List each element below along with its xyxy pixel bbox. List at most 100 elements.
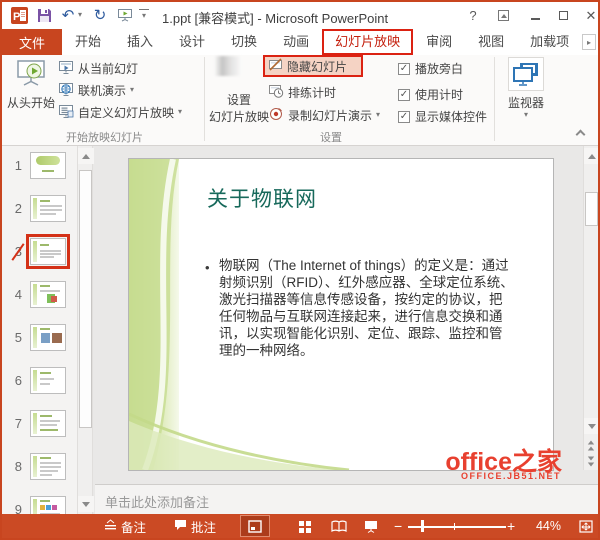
rehearse-timings-button[interactable]: 排练计时 <box>268 83 336 101</box>
previous-slide-button[interactable] <box>585 438 597 452</box>
slideshow-qat-icon[interactable] <box>116 6 134 24</box>
tab-insert[interactable]: 插入 <box>114 29 166 55</box>
tab-review[interactable]: 审阅 <box>413 29 465 55</box>
rehearse-timings-label: 排练计时 <box>288 85 337 100</box>
tab-addins[interactable]: 加载项 <box>517 29 582 55</box>
watermark-url: OFFICE.JB51.NET <box>460 471 561 481</box>
slide-scrollbar[interactable] <box>583 146 598 470</box>
normal-view-button[interactable] <box>240 515 270 537</box>
reading-view-button[interactable] <box>324 515 354 537</box>
tab-slideshow-active[interactable]: 幻灯片放映 <box>322 29 414 55</box>
slide-number: 8 <box>14 459 22 474</box>
save-icon[interactable] <box>36 6 52 24</box>
record-slideshow-button[interactable]: 录制幻灯片演示 ▾ <box>268 106 380 124</box>
custom-slideshow-button[interactable]: 自定义幻灯片放映 ▾ <box>58 103 182 121</box>
thumbnail-slide-8[interactable]: 8 <box>2 453 77 481</box>
tab-transitions[interactable]: 切换 <box>218 29 270 55</box>
undo-dropdown-caret-icon[interactable]: ▾ <box>76 6 84 24</box>
tab-overflow-button[interactable]: ▸ <box>582 34 596 50</box>
comments-toggle-button[interactable]: 批注 <box>174 514 216 538</box>
collapse-ribbon-icon[interactable] <box>575 129 586 140</box>
tab-design[interactable]: 设计 <box>166 29 218 55</box>
notes-toggle-button[interactable]: 备注 <box>104 514 146 538</box>
zoom-slider-thumb[interactable] <box>421 520 424 532</box>
qat-customize-button[interactable]: ▾ <box>139 9 149 21</box>
thumbnail-slide-4[interactable]: 4 <box>2 281 77 309</box>
svg-text:P: P <box>13 11 20 23</box>
thumbnail-slide-7[interactable]: 7 <box>2 410 77 438</box>
slide-body-text[interactable]: 物联网（The Internet of things）的定义是：通过 射频识别（… <box>219 257 514 359</box>
notes-toggle-label: 备注 <box>121 520 147 535</box>
next-slide-button[interactable] <box>585 454 597 468</box>
window-title: 1.ppt [兼容模式] - Microsoft PowerPoint <box>162 11 389 26</box>
monitors-icon <box>508 57 544 91</box>
setup-slideshow-button[interactable]: 设置 幻灯片放映 <box>206 91 272 125</box>
thumbnail-scrollbar-thumb[interactable] <box>79 170 92 428</box>
thumbnail-slide-1[interactable]: 1 <box>2 152 77 180</box>
tab-home[interactable]: 开始 <box>62 29 114 55</box>
notes-pane[interactable]: 单击此处添加备注 <box>95 485 598 514</box>
tab-view[interactable]: 视图 <box>465 29 517 55</box>
help-button[interactable]: ? <box>462 7 484 24</box>
record-slideshow-label: 录制幻灯片演示 <box>288 108 373 123</box>
slide-number: 9 <box>14 502 22 514</box>
status-bar: 备注 批注 − + 44% <box>2 514 598 538</box>
close-button[interactable]: ✕ <box>580 7 600 24</box>
from-beginning-button[interactable]: 从头开始 <box>7 57 55 111</box>
slide-number: 2 <box>14 201 22 216</box>
zoom-in-button[interactable]: + <box>507 514 515 538</box>
rehearse-timings-icon <box>268 83 284 102</box>
maximize-button[interactable] <box>552 7 574 24</box>
minimize-button[interactable] <box>524 7 546 24</box>
bullet-icon: • <box>205 260 210 275</box>
from-current-slide-label: 从当前幻灯 <box>78 61 139 76</box>
thumbnail-scroll-up-icon[interactable] <box>78 148 94 164</box>
zoom-level[interactable]: 44% <box>523 514 561 538</box>
slide-title[interactable]: 关于物联网 <box>207 183 317 213</box>
checkbox-checked-icon: ✓ <box>398 110 410 123</box>
from-current-slide-button[interactable]: 从当前幻灯 <box>58 59 138 77</box>
play-narrations-checkbox[interactable]: ✓ 播放旁白 <box>398 60 463 77</box>
tab-file[interactable]: 文件 <box>2 29 62 55</box>
thumbnail-slide-3-selected-hidden[interactable]: 3 <box>2 234 77 269</box>
zoom-slider-midpoint <box>454 523 455 530</box>
present-online-caret-icon: ▾ <box>130 85 135 94</box>
notes-placeholder[interactable]: 单击此处添加备注 <box>105 492 209 511</box>
custom-slideshow-label: 自定义幻灯片放映 <box>78 105 175 120</box>
thumbnail-scroll-down-icon[interactable] <box>78 496 94 512</box>
thumbnail-slide-2[interactable]: 2 <box>2 195 77 223</box>
slide-scroll-up-icon[interactable] <box>584 148 598 164</box>
slide-scrollbar-thumb[interactable] <box>585 192 598 226</box>
redo-icon[interactable]: ↻ <box>92 6 108 24</box>
slide-thumbnail-pane: 1 2 3 4 5 6 <box>2 146 77 514</box>
slide-sorter-view-button[interactable] <box>290 515 320 537</box>
thumbnail-scrollbar[interactable] <box>77 146 94 514</box>
thumbnail-slide-9[interactable]: 9 <box>2 496 77 514</box>
zoom-out-button[interactable]: − <box>394 514 402 538</box>
slideshow-view-button[interactable] <box>356 515 386 537</box>
custom-slideshow-icon <box>58 103 74 122</box>
custom-slideshow-caret-icon: ▾ <box>178 107 183 116</box>
present-online-button[interactable]: 联机演示 ▾ <box>58 81 134 99</box>
slide-number: 4 <box>14 287 22 302</box>
slide-canvas[interactable]: 关于物联网 • 物联网（The Internet of things）的定义是：… <box>128 158 554 471</box>
undo-icon[interactable]: ↶ <box>60 6 76 24</box>
use-timings-checkbox[interactable]: ✓ 使用计时 <box>398 86 463 103</box>
ribbon-slideshow: 从头开始 从当前幻灯 联机演示 ▾ 自定义幻灯片放映 ▾ 开始放映幻灯片 设置 … <box>2 55 598 146</box>
monitors-button[interactable]: 监视器 ▾ <box>499 57 553 119</box>
hide-slide-button[interactable]: 隐藏幻灯片 <box>263 55 363 77</box>
show-media-controls-checkbox[interactable]: ✓ 显示媒体控件 <box>398 108 487 125</box>
from-current-slide-icon <box>58 59 74 78</box>
ribbon-display-options-button[interactable] <box>492 7 514 24</box>
fit-slide-to-window-button[interactable] <box>574 515 598 537</box>
slide-scroll-down-icon[interactable] <box>584 418 598 434</box>
slide-number: 5 <box>14 330 22 345</box>
tab-animations[interactable]: 动画 <box>270 29 322 55</box>
from-beginning-icon <box>15 57 47 94</box>
thumbnail-slide-5[interactable]: 5 <box>2 324 77 352</box>
comments-toggle-label: 批注 <box>191 520 217 535</box>
fit-to-window-icon <box>579 519 593 533</box>
workspace: 1 2 3 4 5 6 <box>2 146 598 514</box>
thumbnail-slide-6[interactable]: 6 <box>2 367 77 395</box>
slide-number: 6 <box>14 373 22 388</box>
